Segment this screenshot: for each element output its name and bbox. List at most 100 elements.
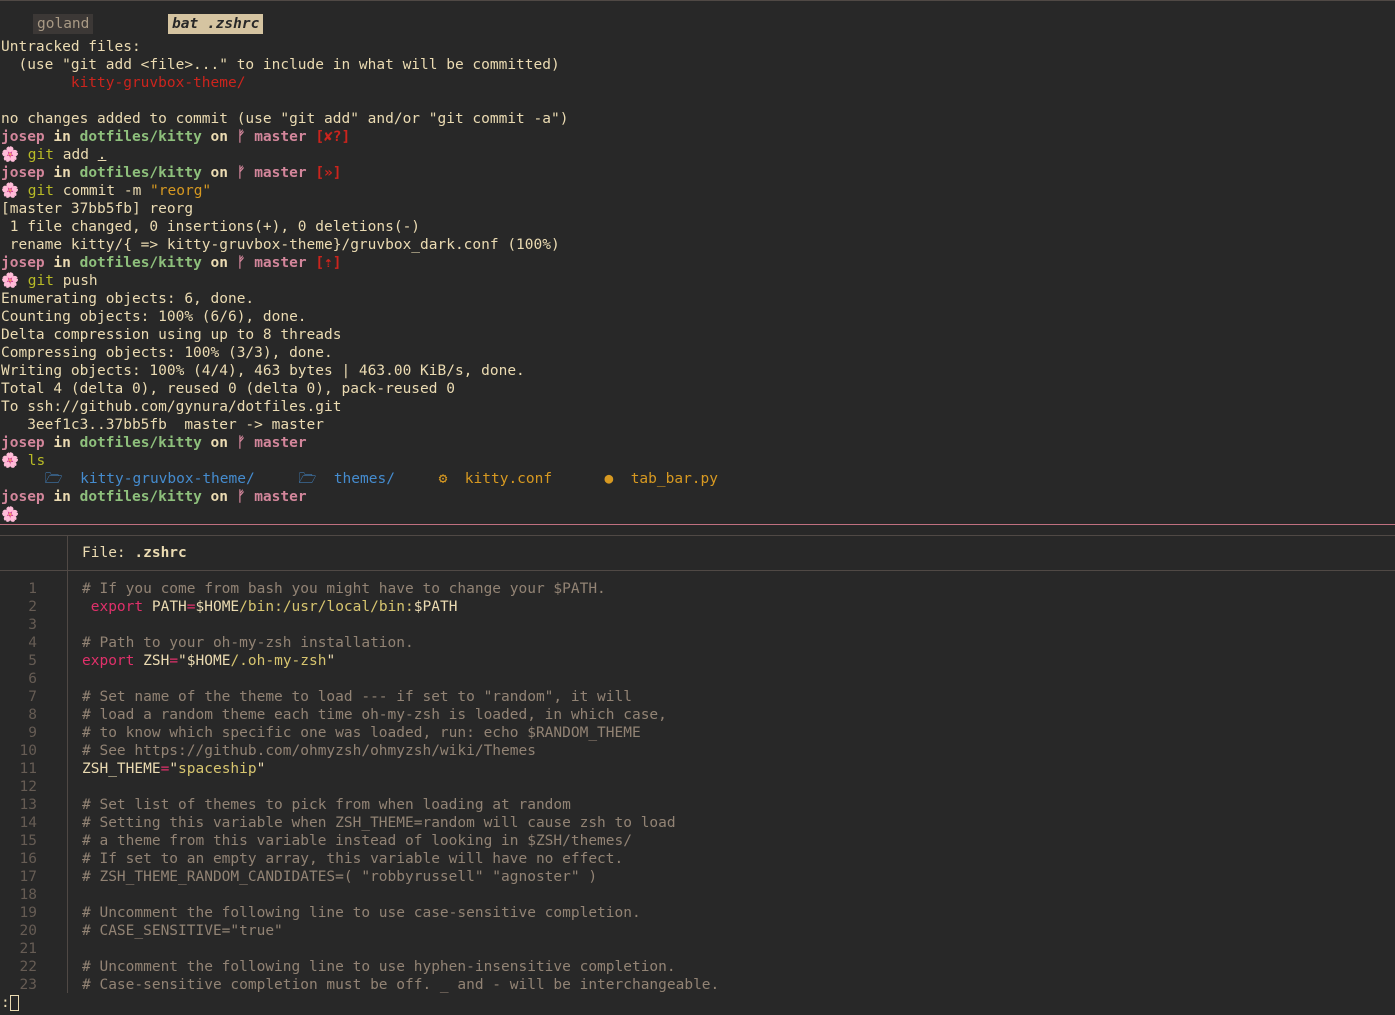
line-number: 8 bbox=[28, 707, 37, 723]
terminal-line: 1 file changed, 0 insertions(+), 0 delet… bbox=[1, 218, 1391, 236]
command-name: git bbox=[27, 273, 54, 289]
prompt-on: on bbox=[210, 435, 229, 451]
code-line: 8 # load a random theme each time oh-my-z… bbox=[0, 706, 1395, 724]
git-status: [⇡] bbox=[315, 255, 342, 271]
code-text: # Set list of themes to pick from when l… bbox=[82, 796, 571, 814]
prompt-dir: dotfiles/kitty bbox=[79, 435, 202, 451]
code-text: # See https://github.com/ohmyzsh/ohmyzsh… bbox=[82, 742, 536, 760]
flower-icon: 🌸 bbox=[1, 147, 20, 163]
code-token: " bbox=[326, 653, 336, 669]
code-text: export ZSH="$HOME/.oh-my-zsh" bbox=[82, 652, 335, 670]
line-number: 7 bbox=[28, 689, 37, 705]
ls-entry: kitty.conf bbox=[464, 471, 553, 487]
terminal-line: Untracked files: bbox=[1, 38, 1391, 56]
code-line: 17 # ZSH_THEME_RANDOM_CANDIDATES=( "robby… bbox=[0, 868, 1395, 886]
line-number: 22 bbox=[19, 959, 37, 975]
terminal-line: 🌸 git commit -m "reorg" bbox=[1, 182, 1391, 200]
line-number: 20 bbox=[19, 923, 37, 939]
code-line: 2 export PATH=$HOME/bin:/usr/local/bin:$… bbox=[0, 598, 1395, 616]
terminal-line: Compressing objects: 100% (3/3), done. bbox=[1, 344, 1391, 362]
line-number: 2 bbox=[28, 599, 37, 615]
flower-icon: 🌸 bbox=[1, 183, 20, 199]
code-line: 12 bbox=[0, 778, 1395, 796]
folder-icon: 🗁 bbox=[44, 471, 63, 487]
command-name: git bbox=[27, 147, 54, 163]
prompt-on: on bbox=[210, 129, 229, 145]
code-token: = bbox=[160, 761, 170, 777]
code-token: "$HOME bbox=[178, 653, 231, 669]
code-area: 1 # If you come from bash you might have … bbox=[0, 580, 1395, 994]
code-text: # If set to an empty array, this variabl… bbox=[82, 850, 623, 868]
prompt-in: in bbox=[53, 129, 71, 145]
code-token: # CASE_SENSITIVE="true" bbox=[82, 923, 283, 939]
code-token: ZSH bbox=[134, 653, 170, 669]
code-token: " bbox=[256, 761, 266, 777]
prompt-user: josep bbox=[1, 489, 45, 505]
line-number: 1 bbox=[28, 581, 37, 597]
prompt-branch: master bbox=[254, 129, 307, 145]
code-token: " bbox=[169, 761, 179, 777]
prompt-branch: master bbox=[254, 489, 307, 505]
terminal-line: 🌸 git add . bbox=[1, 146, 1391, 164]
folder-icon: 🗁 bbox=[298, 471, 317, 487]
tab-goland[interactable]: goland bbox=[33, 14, 94, 34]
terminal-line: josep in dotfiles/kitty on ᚠ master [✘?] bbox=[1, 128, 1391, 146]
git-status: [✘?] bbox=[315, 129, 351, 145]
code-token: ZSH_THEME bbox=[82, 761, 161, 777]
code-text: # ZSH_THEME_RANDOM_CANDIDATES=( "robbyru… bbox=[82, 868, 597, 886]
code-line: 13 # Set list of themes to pick from when… bbox=[0, 796, 1395, 814]
line-number: 23 bbox=[19, 977, 37, 993]
code-token: # If you come from bash you might have t… bbox=[82, 581, 606, 597]
pager-prompt-char: : bbox=[1, 995, 10, 1011]
code-token: export bbox=[90, 599, 144, 615]
code-token: # Set name of the theme to load --- if s… bbox=[82, 689, 632, 705]
code-line: 5 export ZSH="$HOME/.oh-my-zsh" bbox=[0, 652, 1395, 670]
code-line: 4 # Path to your oh-my-zsh installation. bbox=[0, 634, 1395, 652]
code-token: # load a random theme each time oh-my-zs… bbox=[82, 707, 667, 723]
code-text: # load a random theme each time oh-my-zs… bbox=[82, 706, 667, 724]
terminal-line: josep in dotfiles/kitty on ᚠ master bbox=[1, 434, 1391, 452]
pager-prompt[interactable]: : bbox=[1, 994, 19, 1012]
code-line: 23 # Case-sensitive completion must be of… bbox=[0, 976, 1395, 994]
bat-pager-pane[interactable]: File: .zshrc 1 # If you come from bash yo… bbox=[0, 535, 1395, 995]
gear-icon: ⚙ bbox=[438, 471, 448, 487]
output-text: Delta compression using up to 8 threads bbox=[1, 327, 342, 343]
code-token: # Path to your oh-my-zsh installation. bbox=[82, 635, 414, 651]
code-line: 7 # Set name of the theme to load --- if … bbox=[0, 688, 1395, 706]
code-text: # to know which specific one was loaded,… bbox=[82, 724, 641, 742]
tab-bar: goland bat .zshrc bbox=[0, 0, 1395, 36]
terminal-line: josep in dotfiles/kitty on ᚠ master bbox=[1, 488, 1391, 506]
code-text: # Path to your oh-my-zsh installation. bbox=[82, 634, 414, 652]
output-text: 3eef1c3..37bb5fb master -> master bbox=[1, 417, 325, 433]
python-icon: ● bbox=[604, 471, 614, 487]
code-token: /.oh-my-zsh bbox=[230, 653, 327, 669]
output-text: Untracked files: bbox=[1, 39, 141, 55]
output-text: Enumerating objects: 6, done. bbox=[1, 291, 255, 307]
line-number: 5 bbox=[28, 653, 37, 669]
prompt-on: on bbox=[210, 165, 229, 181]
tab-bat-zshrc[interactable]: bat .zshrc bbox=[168, 14, 264, 34]
terminal-pane[interactable]: Untracked files: (use "git add <file>...… bbox=[1, 38, 1391, 524]
pane-divider[interactable] bbox=[0, 524, 1395, 525]
untracked-file: kitty-gruvbox-theme/ bbox=[1, 75, 246, 91]
line-number: 17 bbox=[19, 869, 37, 885]
bat-top-rule bbox=[0, 535, 1395, 536]
line-number: 15 bbox=[19, 833, 37, 849]
terminal-line: [master 37bb5fb] reorg bbox=[1, 200, 1391, 218]
line-number: 3 bbox=[28, 617, 37, 633]
code-token: spaceship bbox=[178, 761, 257, 777]
code-token: = bbox=[186, 599, 196, 615]
command-name: ls bbox=[27, 453, 46, 469]
terminal-line: 🌸 bbox=[1, 506, 1391, 524]
output-text: To ssh://github.com/gynura/dotfiles.git bbox=[1, 399, 342, 415]
code-text: # Uncomment the following line to use hy… bbox=[82, 958, 676, 976]
code-token: # If set to an empty array, this variabl… bbox=[82, 851, 624, 867]
code-line: 19 # Uncomment the following line to use … bbox=[0, 904, 1395, 922]
bat-header-rule bbox=[0, 570, 1395, 571]
terminal-line: Delta compression using up to 8 threads bbox=[1, 326, 1391, 344]
command-arg: "reorg" bbox=[150, 183, 212, 199]
prompt-dir: dotfiles/kitty bbox=[79, 129, 202, 145]
terminal-line: Enumerating objects: 6, done. bbox=[1, 290, 1391, 308]
code-line: 18 bbox=[0, 886, 1395, 904]
